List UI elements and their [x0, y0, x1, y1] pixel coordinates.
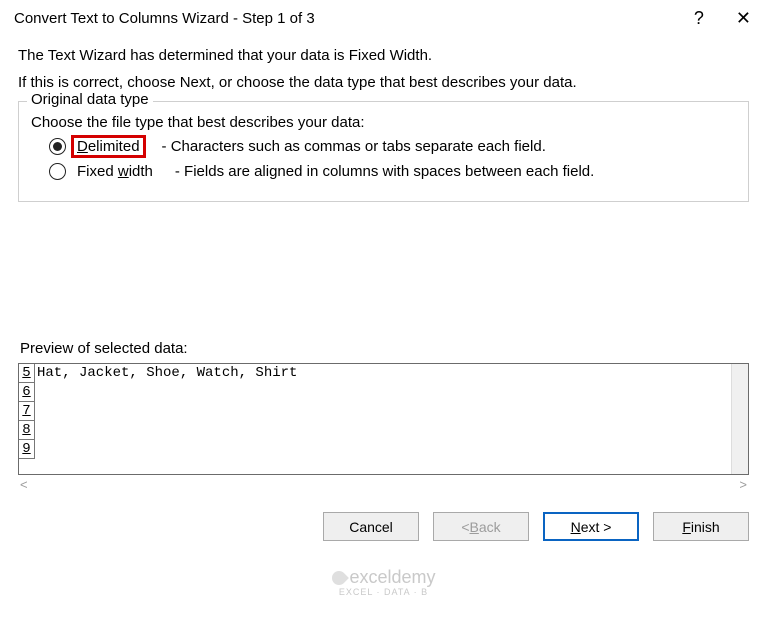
next-button[interactable]: Next > — [543, 512, 639, 541]
radio-row-delimited[interactable]: Delimited - Characters such as commas or… — [49, 137, 738, 156]
titlebar: Convert Text to Columns Wizard - Step 1 … — [0, 0, 767, 35]
group-legend: Original data type — [27, 91, 153, 108]
preview-rownum: 6 — [19, 383, 35, 402]
original-data-type-group: Original data type Choose the file type … — [18, 101, 749, 202]
preview-cell: Hat, Jacket, Shoe, Watch, Shirt — [35, 364, 297, 383]
preview-label: Preview of selected data: — [20, 340, 749, 357]
close-icon[interactable]: ✕ — [732, 8, 755, 29]
radio-delimited-label[interactable]: Delimited — [73, 137, 144, 156]
radio-delimited[interactable] — [49, 138, 66, 155]
radio-fixed-width[interactable] — [49, 163, 66, 180]
watermark: exceldemy EXCEL · DATA · B — [331, 570, 435, 599]
preview-rownum: 7 — [19, 402, 35, 421]
preview-vertical-scrollbar[interactable] — [731, 364, 748, 474]
scroll-left-icon[interactable]: < — [20, 477, 28, 492]
radio-fixed-width-label[interactable]: Fixed width — [73, 162, 157, 181]
preview-row: 8 — [19, 421, 748, 440]
preview-row: 6 — [19, 383, 748, 402]
intro-line-1: The Text Wizard has determined that your… — [18, 47, 749, 64]
preview-horizontal-scrollbar[interactable]: < > — [18, 475, 749, 492]
intro-line-2: If this is correct, choose Next, or choo… — [18, 74, 749, 91]
help-icon[interactable]: ? — [694, 8, 704, 29]
preview-cell — [35, 402, 37, 421]
preview-cell — [35, 440, 37, 459]
preview-row: 7 — [19, 402, 748, 421]
leaf-icon — [329, 568, 349, 588]
radio-row-fixed-width[interactable]: Fixed width - Fields are aligned in colu… — [49, 162, 738, 181]
back-button: < Back — [433, 512, 529, 541]
preview-row: 5 Hat, Jacket, Shoe, Watch, Shirt — [19, 364, 748, 383]
window-title: Convert Text to Columns Wizard - Step 1 … — [14, 10, 694, 27]
radio-fixed-width-desc: - Fields are aligned in columns with spa… — [175, 163, 594, 180]
preview-rownum: 9 — [19, 440, 35, 459]
preview-cell — [35, 383, 37, 402]
finish-button[interactable]: Finish — [653, 512, 749, 541]
preview-row: 9 — [19, 440, 748, 459]
preview-rownum: 5 — [19, 364, 35, 383]
button-row: Cancel < Back Next > Finish — [0, 492, 767, 541]
choose-file-type-label: Choose the file type that best describes… — [31, 114, 738, 131]
preview-box: 5 Hat, Jacket, Shoe, Watch, Shirt 6 7 8 … — [18, 363, 749, 475]
cancel-button[interactable]: Cancel — [323, 512, 419, 541]
preview-rownum: 8 — [19, 421, 35, 440]
scroll-right-icon[interactable]: > — [739, 477, 747, 492]
radio-delimited-desc: - Characters such as commas or tabs sepa… — [162, 138, 546, 155]
preview-cell — [35, 421, 37, 440]
dialog-content: The Text Wizard has determined that your… — [0, 35, 767, 492]
